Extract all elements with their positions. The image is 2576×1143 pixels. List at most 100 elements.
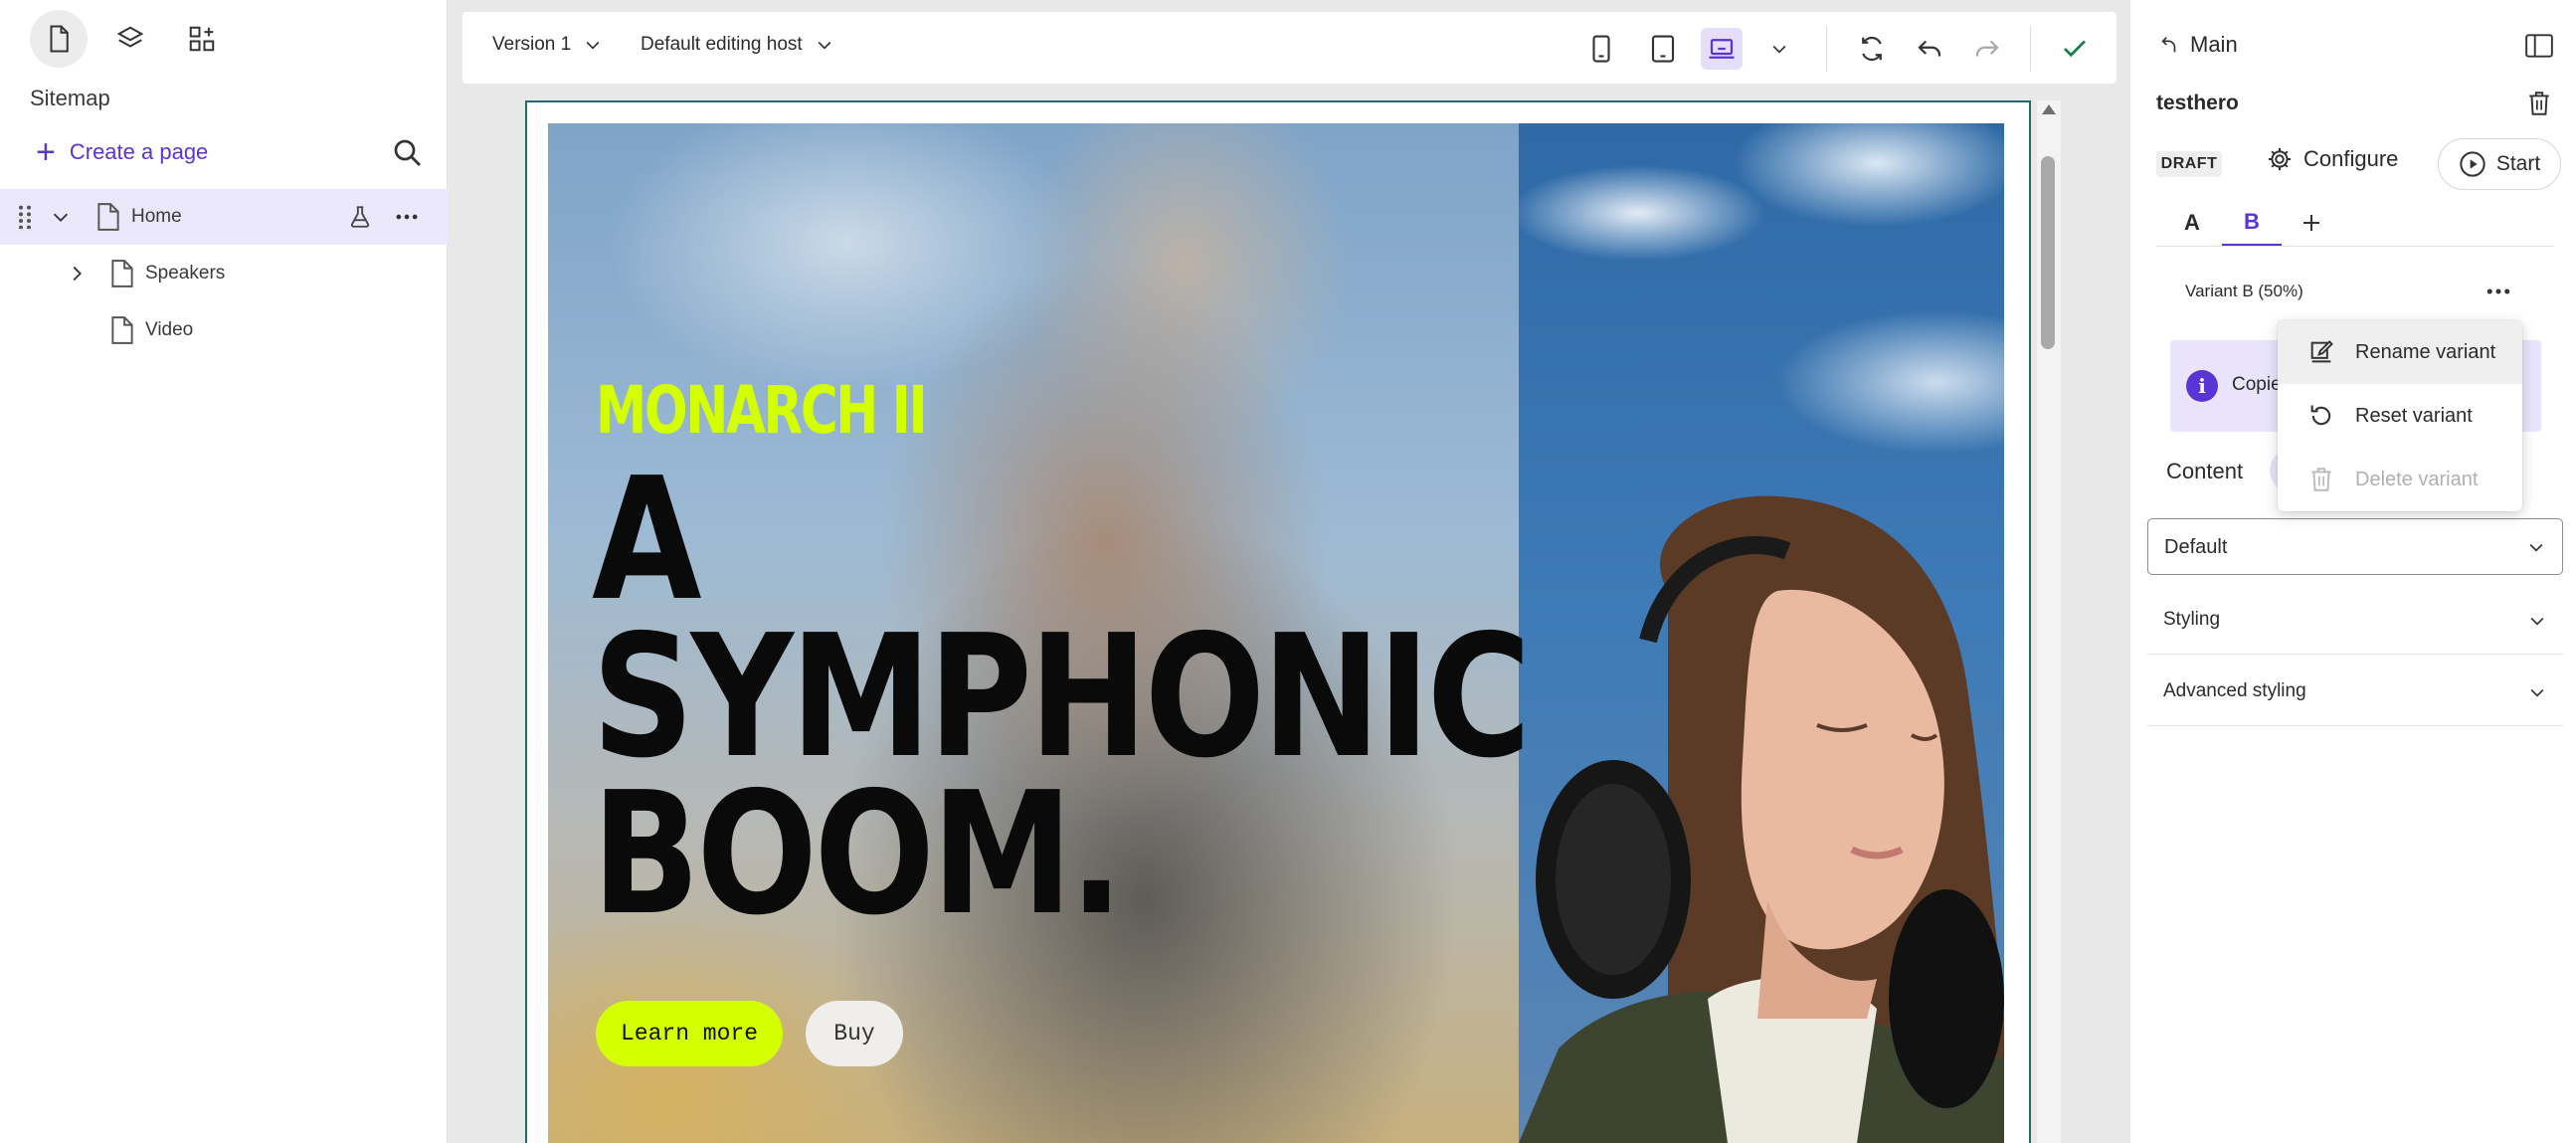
desktop-preview-button[interactable] — [1701, 28, 1743, 70]
redo-icon — [1975, 40, 1999, 57]
reset-variant-menu-item[interactable]: Reset variant — [2278, 384, 2522, 448]
variant-tab-b[interactable]: B — [2222, 199, 2282, 247]
styling-accordion[interactable]: Styling — [2147, 583, 2563, 655]
tablet-preview-button[interactable] — [1642, 28, 1684, 70]
create-page-button[interactable]: + Create a page — [36, 135, 208, 169]
pages-mode-button[interactable] — [30, 10, 88, 68]
device-options-dropdown[interactable] — [1758, 28, 1800, 70]
more-horizontal-icon[interactable] — [2481, 277, 2516, 306]
left-panel-mode-switcher — [30, 10, 231, 68]
chevron-down-icon[interactable] — [50, 206, 72, 228]
hero-headline-line: BOOM. — [592, 756, 1124, 953]
hero-eyebrow: MONARCH II — [596, 372, 928, 449]
return-up-icon — [2161, 37, 2176, 53]
version-label: Version 1 — [492, 34, 572, 55]
mobile-preview-button[interactable] — [1580, 28, 1622, 70]
gear-icon — [2268, 147, 2292, 171]
info-icon: i — [2186, 370, 2218, 402]
chevron-down-icon — [1772, 45, 1786, 54]
components-mode-button[interactable] — [173, 10, 231, 68]
select-value: Default — [2164, 536, 2228, 558]
chevron-right-icon[interactable] — [66, 263, 88, 285]
page-icon — [50, 25, 69, 53]
inspector-panel: Main testhero DRAFT Configure Start A B … — [2129, 0, 2576, 1143]
start-test-button[interactable]: Start — [2438, 138, 2561, 190]
add-variant-button[interactable] — [2282, 199, 2341, 247]
plus-icon: + — [36, 133, 56, 171]
search-icon[interactable] — [390, 135, 426, 171]
chevron-down-icon — [2530, 617, 2544, 626]
start-label: Start — [2495, 152, 2541, 175]
tree-item-speakers[interactable]: Speakers — [0, 246, 448, 301]
editor-canvas-area: Version 1 Default editing host MONARCH I… — [448, 0, 2129, 1143]
rename-icon — [2310, 340, 2333, 363]
advanced-styling-accordion[interactable]: Advanced styling — [2147, 655, 2563, 726]
hero-headline: A SYMPHONIC BOOM. — [592, 456, 1531, 953]
chevron-down-icon — [586, 41, 600, 50]
data-source-select[interactable]: Default — [2147, 518, 2563, 575]
menu-item-label: Reset variant — [2355, 404, 2473, 427]
components-grid-icon — [189, 26, 215, 52]
version-dropdown[interactable]: Version 1 — [492, 34, 603, 56]
editing-host-dropdown[interactable]: Default editing host — [641, 34, 834, 56]
page-icon — [97, 203, 119, 231]
toolbar-divider — [2030, 26, 2031, 72]
undo-icon — [1918, 40, 1941, 57]
delete-variant-menu-item: Delete variant — [2278, 448, 2522, 511]
redo-button[interactable] — [1966, 28, 2008, 70]
layers-icon — [116, 26, 144, 48]
hero-component[interactable]: MONARCH II A SYMPHONIC BOOM. Learn more … — [548, 123, 2004, 1143]
tree-item-label: Speakers — [145, 263, 226, 284]
back-to-main-button[interactable]: Main — [2158, 32, 2238, 58]
variant-tab-a[interactable]: A — [2162, 199, 2222, 247]
personalize-test-button[interactable] — [343, 200, 377, 234]
chevron-down-icon — [2529, 543, 2543, 552]
learn-more-button[interactable]: Learn more — [596, 1001, 783, 1066]
accordion-label: Advanced styling — [2163, 680, 2306, 701]
content-label: Content — [2166, 459, 2244, 483]
trash-icon[interactable] — [2526, 90, 2552, 117]
buy-button[interactable]: Buy — [806, 1001, 903, 1066]
rename-variant-menu-item[interactable]: Rename variant — [2278, 320, 2522, 384]
tree-item-video[interactable]: Video — [0, 302, 448, 358]
page-icon — [111, 260, 133, 287]
undo-button[interactable] — [1909, 28, 1950, 70]
more-horizontal-icon — [396, 214, 418, 220]
trash-icon — [2311, 468, 2331, 491]
tree-item-more-button[interactable] — [390, 200, 424, 234]
chevron-down-icon — [2530, 688, 2544, 697]
flask-icon — [350, 206, 370, 228]
refresh-icon — [1862, 36, 1882, 62]
tree-item-label: Video — [145, 319, 194, 340]
tree-item-label: Home — [131, 206, 182, 227]
scroll-up-arrow[interactable] — [2042, 104, 2056, 114]
editing-host-label: Default editing host — [641, 34, 803, 55]
panel-toggle-icon[interactable] — [2524, 32, 2554, 60]
plus-icon — [2303, 215, 2319, 231]
status-badge: DRAFT — [2156, 151, 2222, 177]
drag-handle-icon[interactable] — [18, 205, 32, 229]
headphones-model-photo — [1519, 495, 2004, 1143]
sitemap-title: Sitemap — [30, 86, 110, 110]
canvas-scrollbar[interactable] — [2037, 100, 2061, 1143]
variant-context-menu: Rename variant Reset variant Delete vari… — [2278, 320, 2522, 511]
laptop-icon — [1709, 39, 1735, 59]
hero-headline-line: SYMPHONIC — [592, 599, 1531, 796]
check-icon — [2064, 40, 2086, 58]
create-page-label: Create a page — [69, 139, 209, 164]
layers-mode-button[interactable] — [101, 10, 159, 68]
tablet-icon — [1651, 35, 1675, 63]
left-panel: Sitemap + Create a page Home Speakers Vi… — [0, 0, 448, 1143]
info-message-text: Copie — [2232, 374, 2282, 395]
configure-button[interactable]: Configure — [2266, 145, 2398, 173]
phone-icon — [1592, 35, 1610, 63]
configure-label: Configure — [2303, 146, 2399, 171]
toolbar-divider — [1826, 26, 1827, 72]
scrollbar-thumb[interactable] — [2041, 156, 2055, 349]
save-status-button[interactable] — [2054, 28, 2096, 70]
refresh-button[interactable] — [1851, 28, 1893, 70]
reset-icon — [2310, 405, 2331, 426]
back-label: Main — [2190, 32, 2238, 57]
hero-product-image — [1519, 123, 2004, 1143]
tree-item-home[interactable]: Home — [0, 189, 448, 245]
